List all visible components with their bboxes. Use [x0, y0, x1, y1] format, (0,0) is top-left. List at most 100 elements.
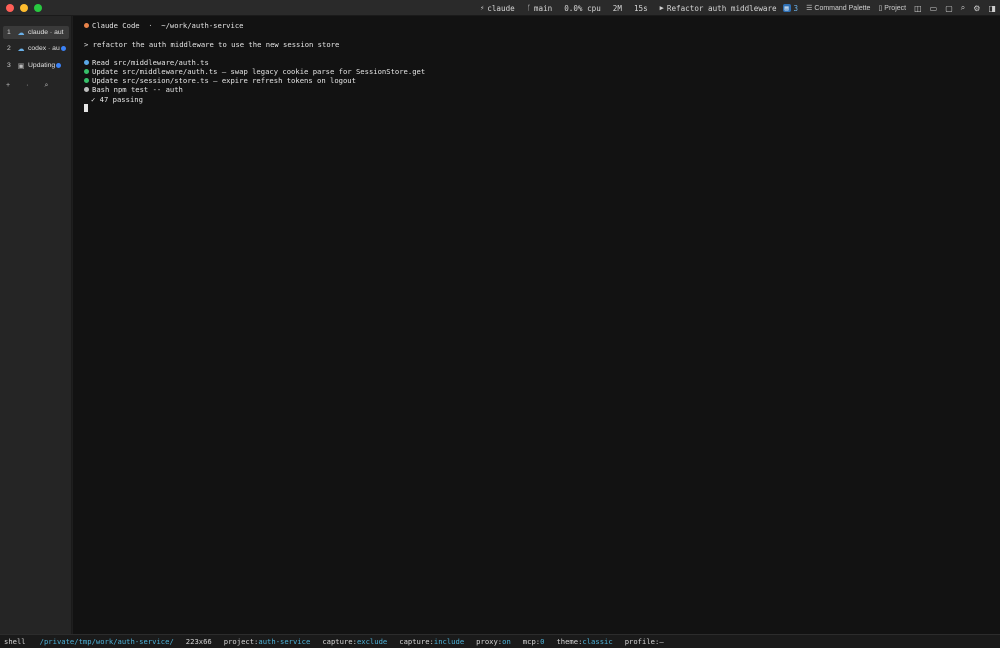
read-bullet — [84, 60, 89, 65]
app-name: Claude Code — [92, 21, 140, 30]
proxy-indicator[interactable]: proxy:on — [476, 637, 511, 646]
bottom-status-bar: shell /private/tmp/work/auth-service/ 22… — [0, 634, 1000, 648]
gear-icon[interactable]: ⚙ — [973, 4, 980, 13]
proxy-value: on — [502, 637, 511, 646]
terminal-icon: ▣ — [17, 62, 25, 70]
more-icon[interactable]: · — [26, 82, 28, 90]
session-number: 3 — [7, 62, 11, 69]
theme-key: theme: — [556, 637, 583, 646]
terminal-header: Claude Code · ~/work/auth-service — [84, 21, 243, 30]
capture-include-indicator[interactable]: capture:include — [399, 637, 464, 646]
sidebar-toggle-icon[interactable]: ◨ — [988, 4, 996, 13]
command-palette-icon: ☰ — [806, 5, 813, 12]
status-bullet — [84, 23, 89, 28]
profile-indicator[interactable]: profile:— — [625, 637, 664, 646]
task-indicator[interactable]: ▶ Refactor auth middleware — [660, 4, 777, 13]
mcp-value: 0 — [540, 637, 545, 646]
close-window-button[interactable] — [6, 3, 14, 12]
session-label: claude · aut — [28, 29, 64, 36]
theme-indicator[interactable]: theme:classic — [556, 637, 612, 646]
capture-exclude-indicator[interactable]: capture:exclude — [322, 637, 387, 646]
branch-indicator[interactable]: ᚴ main — [527, 4, 553, 13]
session-number: 1 — [7, 29, 11, 36]
update-bullet — [84, 69, 89, 74]
capture-key: capture: — [399, 637, 434, 646]
mcp-key: mcp: — [522, 637, 541, 646]
memory-value: 2M — [612, 3, 622, 13]
search-icon[interactable]: ⌕ — [961, 3, 965, 13]
mode-indicator[interactable]: shell — [4, 637, 26, 646]
proxy-key: proxy: — [476, 637, 503, 646]
sidebar-actions: + · ⌕ — [6, 82, 48, 90]
agent-name: claude — [487, 3, 515, 13]
time-value: 15s — [633, 3, 648, 13]
git-branch-icon: ᚴ — [526, 4, 531, 12]
project-button[interactable]: ▯ Project — [878, 4, 907, 13]
session-number: 2 — [7, 45, 11, 52]
branch-name: main — [533, 3, 553, 13]
cpu-indicator: 0.0% cpu — [564, 4, 601, 13]
agent-indicator[interactable]: ⚡ claude — [480, 4, 515, 13]
profile-key: profile: — [624, 637, 660, 646]
session-item-2[interactable]: 2 ☁ codex · au — [3, 42, 69, 55]
session-label: Updating — [28, 62, 56, 69]
window-controls — [0, 3, 42, 12]
tasks-icon: ▤ — [782, 4, 791, 12]
mcp-indicator[interactable]: mcp:0 — [523, 637, 545, 646]
tool-line-text: Read src/middleware/auth.ts — [92, 58, 209, 67]
bash-bullet — [84, 87, 89, 92]
tool-line-update-store: Update src/session/store.ts — expire ref… — [84, 76, 356, 85]
search-sessions-icon[interactable]: ⌕ — [44, 82, 48, 90]
zoom-window-button[interactable] — [34, 3, 42, 12]
minimize-window-button[interactable] — [20, 3, 28, 12]
play-icon: ▶ — [659, 4, 664, 12]
cpu-value: 0.0% cpu — [564, 3, 601, 13]
session-item-3[interactable]: 3 ▣ Updating — [3, 59, 69, 72]
tool-line-text: Update src/session/store.ts — expire ref… — [92, 76, 356, 85]
bolt-icon: ⚡ — [480, 4, 485, 12]
cloud-icon: ☁ — [17, 45, 25, 53]
folder-icon[interactable]: ▭ — [930, 4, 938, 13]
project-value: auth-service — [258, 637, 311, 646]
header-separator: · — [148, 21, 153, 30]
terminal-pane[interactable]: Claude Code · ~/work/auth-service > refa… — [73, 16, 1000, 634]
memory-indicator: 2M — [613, 4, 622, 13]
project-label: Project — [884, 4, 907, 12]
cloud-icon: ☁ — [17, 29, 25, 37]
project-key: project: — [223, 637, 259, 646]
working-directory: ~/work/auth-service — [161, 21, 244, 30]
activity-dot — [56, 63, 62, 68]
top-status-area: ⚡ claude ᚴ main 0.0% cpu 2M 15s ▶ Refact… — [468, 0, 996, 16]
path-indicator[interactable]: /private/tmp/work/auth-service/ — [40, 637, 174, 646]
split-pane-icon[interactable]: ◫ — [914, 4, 922, 13]
project-icon: ▯ — [878, 5, 883, 12]
test-result: ✓ 47 passing — [91, 95, 143, 104]
terminal-cursor-line — [84, 104, 88, 114]
tool-line-text: Update src/middleware/auth.ts — swap leg… — [92, 67, 426, 76]
time-indicator: 15s — [634, 4, 648, 13]
size-indicator: 223x66 — [185, 637, 212, 646]
project-indicator[interactable]: project:auth-service — [224, 637, 311, 646]
panel-icon[interactable]: ▢ — [945, 4, 953, 13]
session-label: codex · au — [28, 45, 60, 52]
tool-line-read: Read src/middleware/auth.ts — [84, 58, 209, 67]
update-bullet — [84, 78, 89, 83]
tool-line-text: Bash npm test -- auth — [92, 85, 183, 94]
add-session-button[interactable]: + — [6, 82, 10, 90]
command-palette-button[interactable]: ☰ Command Palette — [806, 4, 871, 13]
capture-value: exclude — [356, 637, 388, 646]
cursor — [84, 104, 88, 112]
tool-line-update-auth: Update src/middleware/auth.ts — swap leg… — [84, 67, 425, 76]
task-count: 3 — [793, 3, 799, 13]
task-count-badge[interactable]: ▤ 3 — [782, 3, 799, 13]
session-item-1[interactable]: 1 ☁ claude · aut — [3, 26, 69, 39]
user-prompt: > refactor the auth middleware to use th… — [84, 40, 340, 49]
title-bar: ⚡ claude ᚴ main 0.0% cpu 2M 15s ▶ Refact… — [0, 0, 1000, 16]
sessions-sidebar: 1 ☁ claude · aut 2 ☁ codex · au 3 ▣ Upda… — [0, 16, 72, 634]
theme-value: classic — [582, 637, 613, 646]
capture-key: capture: — [322, 637, 357, 646]
command-palette-label: Command Palette — [814, 4, 871, 12]
task-name: Refactor auth middleware — [666, 3, 777, 13]
tool-line-bash: Bash npm test -- auth — [84, 85, 183, 94]
capture-value: include — [433, 637, 465, 646]
